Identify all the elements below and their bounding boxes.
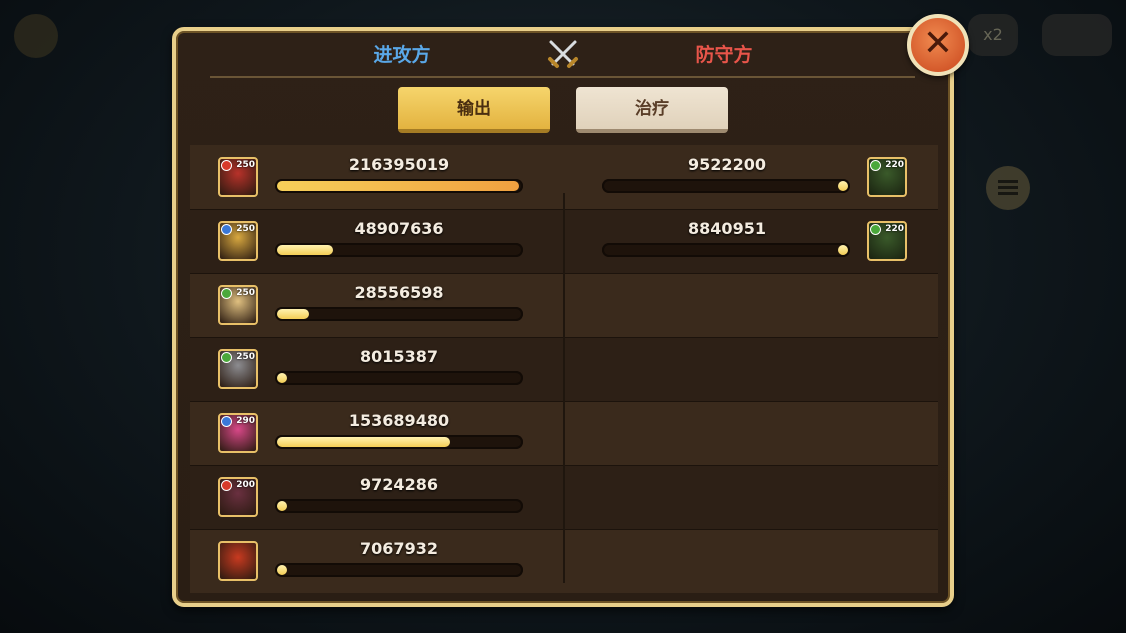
close-button[interactable]: ✕ — [907, 14, 969, 76]
defender-damage-value: 9522200 — [688, 155, 766, 174]
damage-bar-fill — [277, 437, 450, 447]
hero-level: 220 — [885, 160, 904, 170]
hero-level: 200 — [236, 480, 255, 490]
background-menu-button — [14, 14, 58, 58]
defender-damage-value: 8840951 — [688, 219, 766, 238]
hero-level: 290 — [236, 416, 255, 426]
element-badge-icon — [221, 224, 232, 235]
damage-bar-fill — [277, 501, 287, 511]
hero-level: 250 — [236, 352, 255, 362]
attacker-damage-bar — [275, 435, 523, 449]
attacker-damage-value: 153689480 — [348, 411, 450, 430]
element-badge-icon — [221, 480, 232, 491]
attacker-damage-bar — [275, 307, 523, 321]
attacker-hero-portrait[interactable]: 250 — [218, 349, 258, 389]
defender-damage-bar — [602, 179, 850, 193]
header-divider — [210, 76, 915, 78]
attacker-damage-value: 9724286 — [360, 475, 438, 494]
defender-title: 防守方 — [695, 44, 753, 66]
element-badge-icon — [870, 224, 881, 235]
element-badge-icon — [221, 352, 232, 363]
damage-bar-fill — [277, 373, 287, 383]
damage-bar-fill — [838, 181, 848, 191]
column-divider — [563, 193, 565, 583]
attacker-damage-bar — [275, 371, 523, 385]
background-speed-button: x2 — [968, 14, 1018, 56]
attacker-damage-value: 48907636 — [354, 219, 444, 238]
close-x-icon: ✕ — [922, 23, 954, 64]
defender-hero-portrait[interactable]: 220 — [867, 157, 907, 197]
element-badge-icon — [221, 288, 232, 299]
defender-damage-bar — [602, 243, 850, 257]
element-badge-icon — [870, 160, 881, 171]
attacker-damage-bar — [275, 179, 523, 193]
attacker-damage-value: 8015387 — [360, 347, 438, 366]
attacker-title: 进攻方 — [373, 44, 431, 66]
tab-heal[interactable]: 治疗 — [576, 87, 728, 133]
background-skip-button — [1042, 14, 1112, 56]
attacker-damage-bar — [275, 499, 523, 513]
defender-hero-portrait[interactable]: 220 — [867, 221, 907, 261]
element-badge-icon — [221, 416, 232, 427]
damage-bar-fill — [277, 565, 287, 575]
element-badge-icon — [221, 160, 232, 171]
list-icon — [986, 166, 1030, 210]
hero-level: 220 — [885, 224, 904, 234]
crossed-swords-icon — [548, 40, 578, 68]
stats-table: 250 216395019 220 9522200 250 48907636 220 8840… — [190, 145, 938, 593]
attacker-damage-value: 216395019 — [348, 155, 450, 174]
attacker-damage-value: 7067932 — [360, 539, 438, 558]
attacker-damage-bar — [275, 563, 523, 577]
hero-level: 250 — [236, 288, 255, 298]
damage-bar-fill — [277, 309, 309, 319]
attacker-hero-portrait[interactable]: 250 — [218, 221, 258, 261]
hero-level: 250 — [236, 224, 255, 234]
attacker-damage-value: 28556598 — [354, 283, 444, 302]
damage-bar-fill — [277, 245, 333, 255]
tab-output[interactable]: 输出 — [398, 87, 550, 133]
attacker-hero-portrait[interactable]: 290 — [218, 413, 258, 453]
attacker-hero-portrait[interactable] — [218, 541, 258, 581]
attacker-damage-bar — [275, 243, 523, 257]
damage-bar-fill — [838, 245, 848, 255]
attacker-hero-portrait[interactable]: 250 — [218, 285, 258, 325]
element-badge-icon — [221, 544, 232, 555]
damage-bar-fill — [277, 181, 519, 191]
attacker-hero-portrait[interactable]: 250 — [218, 157, 258, 197]
attacker-hero-portrait[interactable]: 200 — [218, 477, 258, 517]
hero-level: 250 — [236, 160, 255, 170]
